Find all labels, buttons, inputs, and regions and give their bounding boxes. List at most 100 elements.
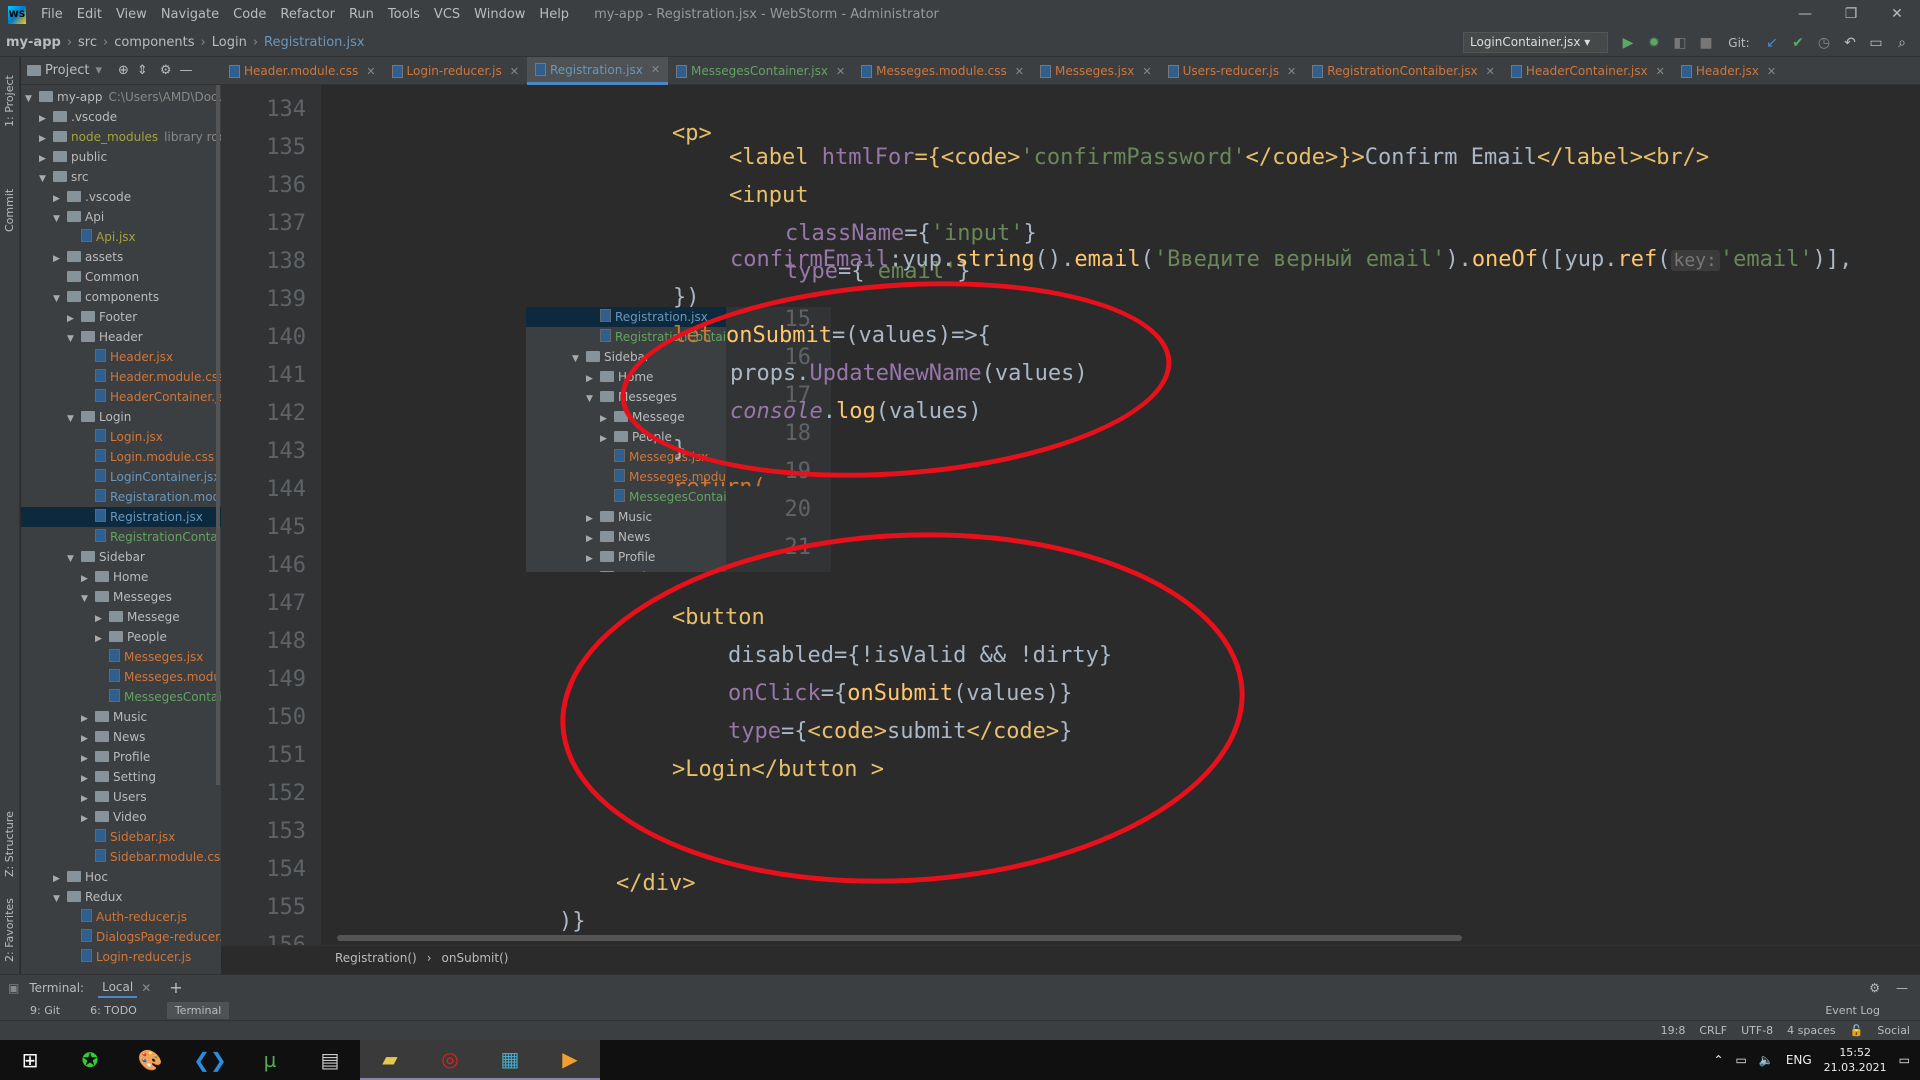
restore-button[interactable]: ❐ [1828, 0, 1874, 29]
tree-item[interactable]: ▶ .vscode [21, 107, 221, 127]
tree-item[interactable]: ▼ components [21, 287, 221, 307]
terminal-tab-local[interactable]: Local [98, 978, 138, 998]
chevron-right-icon[interactable]: ▶ [586, 549, 600, 567]
tree-item[interactable]: Registration.jsx [21, 507, 221, 527]
tree-item[interactable]: Auth-reducer.js [21, 907, 221, 927]
todo-tool-button[interactable]: 6: TODO [90, 1004, 137, 1017]
file-explorer-icon[interactable]: ▰ [360, 1040, 420, 1080]
chevron-right-icon[interactable]: ▶ [53, 869, 67, 887]
editor-tab[interactable]: MessegesContainer.jsx ✕ [668, 57, 853, 85]
tree-item[interactable]: ▶ Profile [526, 547, 726, 567]
tree-item[interactable]: ▼ Sidebar [21, 547, 221, 567]
tree-item[interactable]: Login-reducer.js [21, 947, 221, 967]
nav-crumb-project[interactable]: my-app [0, 35, 67, 50]
project-scrollbar[interactable] [216, 85, 220, 785]
tree-item[interactable]: Login.jsx [21, 427, 221, 447]
chevron-right-icon[interactable]: ▶ [67, 309, 81, 327]
chevron-right-icon[interactable]: ▶ [39, 109, 53, 127]
chevron-down-icon[interactable]: ▼ [67, 329, 81, 347]
chevron-right-icon[interactable]: ▶ [53, 249, 67, 267]
chevron-right-icon[interactable]: ▶ [39, 129, 53, 147]
collapse-icon[interactable]: ⇕ [137, 63, 148, 78]
tree-item[interactable]: Common [21, 267, 221, 287]
tree-item[interactable]: LoginContainer.jsx [21, 467, 221, 487]
chevron-right-icon[interactable]: ▶ [81, 569, 95, 587]
close-icon[interactable]: ✕ [1767, 65, 1776, 78]
webstorm-icon[interactable]: ▦ [480, 1040, 540, 1080]
chevron-right-icon[interactable]: ▶ [81, 709, 95, 727]
chevron-down-icon[interactable]: ▼ [572, 349, 586, 367]
event-log-button[interactable]: Event Log [1825, 1004, 1880, 1017]
menu-view[interactable]: View [109, 7, 154, 22]
close-icon[interactable]: ✕ [1287, 65, 1296, 78]
run-icon[interactable]: ▶ [1620, 35, 1636, 51]
nav-crumb-file[interactable]: Registration.jsx [258, 35, 371, 50]
tree-item[interactable]: ▶ .vscode [21, 187, 221, 207]
chevron-down-icon[interactable]: ▼ [67, 409, 81, 427]
nav-crumb-components[interactable]: components [108, 35, 200, 50]
menu-refactor[interactable]: Refactor [273, 7, 342, 22]
editor-tab[interactable]: Users-reducer.js ✕ [1160, 57, 1305, 85]
editor-tab[interactable]: Registration.jsx ✕ [526, 57, 669, 85]
tree-item[interactable]: ▶ Users [21, 787, 221, 807]
app-green-icon[interactable]: ✪ [60, 1040, 120, 1080]
chevron-right-icon[interactable]: ▶ [81, 809, 95, 827]
close-icon[interactable]: ✕ [1015, 65, 1024, 78]
chevron-right-icon[interactable]: ▶ [586, 369, 600, 387]
editor-tab[interactable]: Header.module.css ✕ [221, 57, 384, 85]
notification-icon[interactable]: ▭ [1899, 1053, 1910, 1067]
gear-icon[interactable]: ⚙ [1869, 981, 1880, 995]
chevron-right-icon[interactable]: ▶ [586, 569, 600, 572]
stripe-project[interactable]: 1: Project [3, 75, 16, 127]
chevron-down-icon[interactable]: ▼ [53, 209, 67, 227]
tree-item[interactable]: ▶ Music [21, 707, 221, 727]
stripe-structure[interactable]: Z: Structure [3, 811, 16, 877]
torrent-icon[interactable]: µ [240, 1040, 300, 1080]
tree-item[interactable]: ▶ node_modules library root [21, 127, 221, 147]
chevron-down-icon[interactable]: ▼ [25, 89, 39, 107]
chevron-up-icon[interactable]: ⌃ [1713, 1053, 1723, 1067]
chevron-right-icon[interactable]: ▶ [81, 769, 95, 787]
chevron-right-icon[interactable]: ▶ [81, 749, 95, 767]
chevron-right-icon[interactable]: ▶ [586, 529, 600, 547]
network-icon[interactable]: ▭ [1736, 1053, 1747, 1067]
chevron-down-icon[interactable]: ▼ [39, 169, 53, 187]
chevron-down-icon[interactable]: ▼ [53, 289, 67, 307]
coverage-icon[interactable]: ◧ [1672, 35, 1688, 51]
editor-tab[interactable]: Login-reducer.js ✕ [384, 57, 527, 85]
tree-item[interactable]: ▶ Messege [21, 607, 221, 627]
indent-setting[interactable]: 4 spaces [1787, 1024, 1836, 1037]
tree-item[interactable]: DialogsPage-reducer.js [21, 927, 221, 947]
chevron-right-icon[interactable]: ▶ [39, 149, 53, 167]
tree-item[interactable]: ▼ Messeges [21, 587, 221, 607]
vscode-icon[interactable]: ❮❯ [180, 1040, 240, 1080]
close-icon[interactable]: ✕ [510, 65, 519, 78]
tree-item[interactable]: Messeges.jsx [526, 447, 726, 467]
editor-tab[interactable]: Messeges.jsx ✕ [1032, 57, 1160, 85]
debug-icon[interactable]: ✹ [1646, 35, 1662, 51]
tree-item[interactable]: ▼ Login [21, 407, 221, 427]
target-icon[interactable]: ⊕ [118, 63, 129, 78]
tree-item[interactable]: MessegesContainer.jsx [21, 687, 221, 707]
project-panel-title[interactable]: Project [45, 63, 89, 78]
caret-position[interactable]: 19:8 [1661, 1024, 1686, 1037]
menu-run[interactable]: Run [342, 7, 381, 22]
tree-item[interactable]: ▶ Footer [21, 307, 221, 327]
tree-item[interactable]: ▶ People [21, 627, 221, 647]
tree-item[interactable]: ▶ Video [21, 807, 221, 827]
tree-item[interactable]: ▼ src [21, 167, 221, 187]
tree-item[interactable]: ▶ People [526, 427, 726, 447]
chevron-right-icon[interactable]: ▶ [53, 189, 67, 207]
terminal-app-icon[interactable]: ▤ [300, 1040, 360, 1080]
chevron-right-icon[interactable]: ▶ [95, 629, 109, 647]
git-commit-icon[interactable]: ✔ [1790, 35, 1806, 51]
lock-icon[interactable]: 🔓 [1850, 1024, 1864, 1037]
tree-item[interactable]: ▶ Hoc [21, 867, 221, 887]
tree-item[interactable]: ▼ Redux [21, 887, 221, 907]
tree-item[interactable]: ▶ News [21, 727, 221, 747]
tree-item[interactable]: Api.jsx [21, 227, 221, 247]
tree-item[interactable]: ▶ News [526, 527, 726, 547]
tree-item[interactable]: ▶ Setting [21, 767, 221, 787]
menu-help[interactable]: Help [532, 7, 576, 22]
tree-item[interactable]: ▶ Setting [526, 567, 726, 572]
